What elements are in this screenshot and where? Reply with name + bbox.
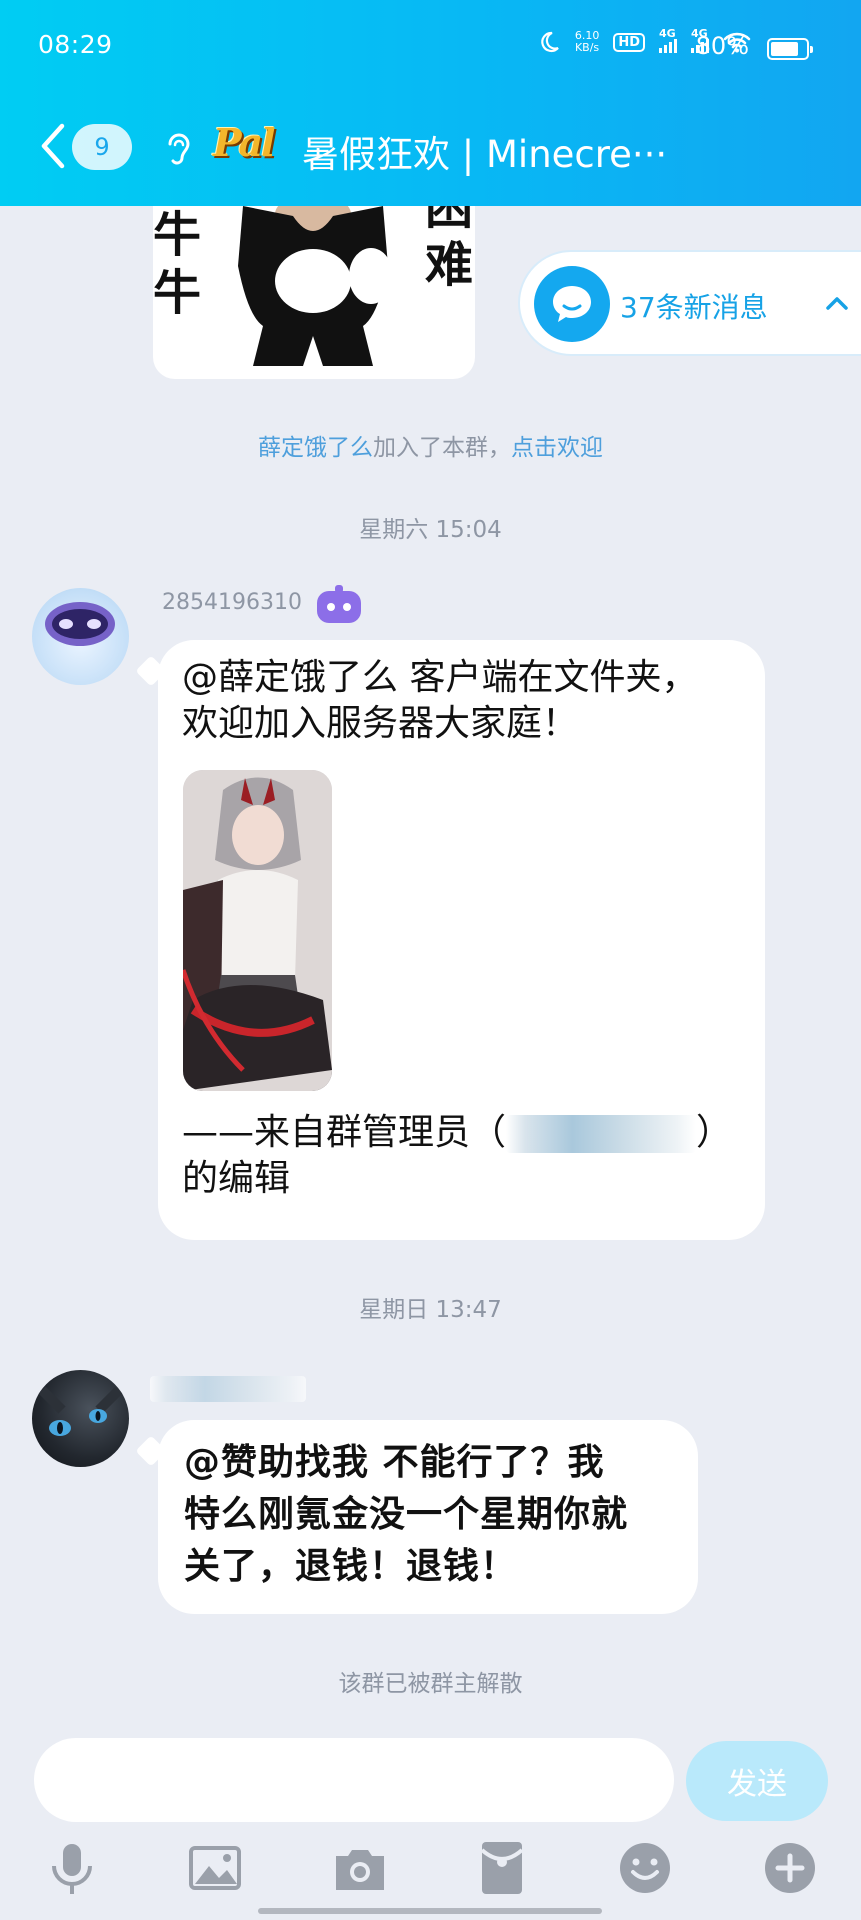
plus-icon[interactable] [760,1838,820,1898]
ear-icon[interactable] [162,130,194,170]
net-speed: 6.10 KB/s [575,30,600,54]
chat-header: 08:29 6.10 KB/s HD 4G 4G 80% 9 Pal 暑假狂欢 … [0,0,861,206]
send-button[interactable]: 发送 [686,1741,828,1821]
joined-user-link[interactable]: 薛定饿了么 [258,435,373,461]
bot-icon [317,585,361,623]
microphone-icon[interactable] [42,1838,102,1898]
status-time: 08:29 [38,30,113,59]
message-footer: ——来自群管理员（ ） [182,1110,732,1156]
chevron-up-icon [826,297,848,310]
status-bar: 08:29 6.10 KB/s HD 4G 4G 80% [0,0,861,100]
net-speed-unit: KB/s [574,41,600,54]
hd-badge: HD [613,32,645,52]
chat-title[interactable]: 暑假狂欢 | Minecre··· [302,124,667,178]
timestamp: 星期六 15:04 [359,517,502,543]
image-icon[interactable] [185,1838,245,1898]
chat-bubble-icon [534,266,610,342]
signal-1-icon: 4G [659,27,677,53]
camera-icon[interactable] [330,1838,390,1898]
anime-character-illustration [183,770,332,1091]
message-line: 欢迎加入服务器大家庭！ [182,703,579,744]
panda-figure [238,206,393,366]
emoji-icon[interactable] [615,1838,675,1898]
red-packet-icon[interactable] [472,1838,532,1898]
nav-bar: 9 Pal 暑假狂欢 | Minecre··· [0,112,861,182]
sticker-image[interactable]: 牛牛 困难 [153,206,475,379]
unread-count-badge[interactable]: 9 [72,124,132,170]
sticker-right-text: 困难 [425,206,474,293]
message-line: 特么刚氪金没一个星期你就 [184,1494,629,1535]
message-line: @赞助找我 不能行了？我 [184,1442,605,1483]
avatar[interactable] [32,588,129,685]
message-input[interactable] [34,1738,674,1822]
sender-name[interactable]: 2854196310 [162,590,302,615]
timestamp: 星期日 13:47 [359,1297,502,1323]
message-bubble[interactable]: @赞助找我 不能行了？我 特么刚氪金没一个星期你就 关了，退钱！退钱！ [158,1420,698,1614]
cat-face-icon [38,1386,123,1436]
battery-percent: 80% [695,32,749,60]
back-chevron-icon[interactable] [36,122,70,170]
new-messages-button[interactable]: 37条新消息 [518,250,861,356]
footer-suffix: ） [696,1112,733,1153]
blurred-sender-name [150,1376,306,1402]
message-line: @薛定饿了么 客户端在文件夹， [182,657,698,698]
dissolved-notice: 该群已被群主解散 [338,1671,523,1697]
home-indicator[interactable] [258,1908,602,1914]
sticker-left-text: 牛牛 [153,207,202,321]
group-logo: Pal [213,120,276,165]
footer-prefix: ——来自群管理员（ [182,1112,507,1153]
signal-1-label: 4G [659,27,676,40]
welcome-link[interactable]: 点击欢迎 [511,435,603,461]
join-notice-text: 加入了本群， [373,435,511,461]
avatar[interactable] [32,1370,129,1467]
battery-icon [767,38,813,60]
message-line: 关了，退钱！退钱！ [184,1546,518,1587]
robot-face-icon [45,602,115,646]
battery-fill [771,42,798,56]
input-toolbar [0,1838,861,1908]
blurred-admin-name [506,1115,697,1153]
anime-character-image[interactable] [183,770,332,1091]
new-messages-label: 37条新消息 [620,291,768,324]
moon-icon [541,31,559,53]
message-footer-line: 的编辑 [182,1158,291,1199]
join-notice: 薛定饿了么加入了本群，点击欢迎 [0,428,861,462]
